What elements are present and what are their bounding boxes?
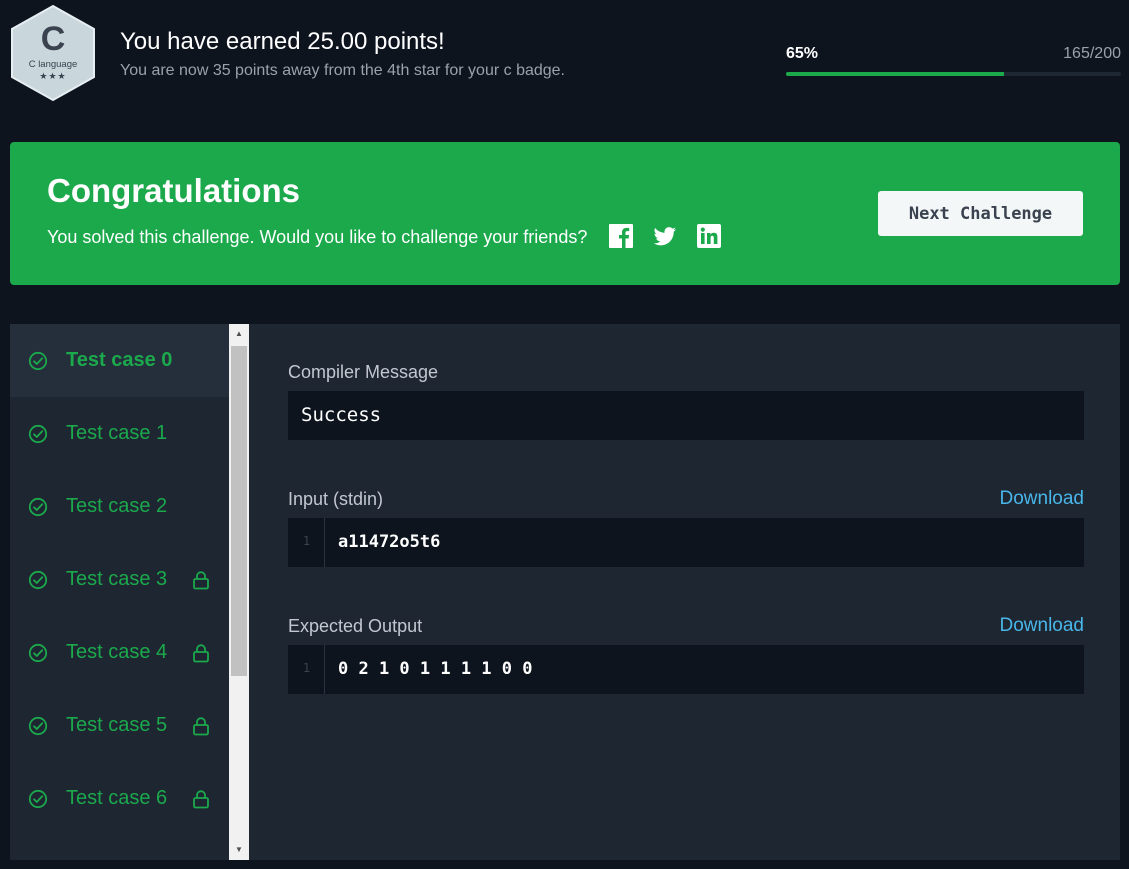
compiler-message: Success [301,404,382,426]
c-language-badge: C C language ★★★ [8,4,98,102]
expected-line-gutter: 1 [288,645,325,694]
input-line-number: 1 [302,534,311,548]
lock-icon [192,570,210,590]
next-challenge-button[interactable]: Next Challenge [878,191,1083,236]
challenge-result-page: C C language ★★★ You have earned 25.00 p… [0,0,1129,869]
lock-icon [192,643,210,663]
check-circle-icon [28,716,48,736]
test-case-label: Test case 3 [66,568,168,590]
sidebar-scrollbar[interactable]: ▲ ▼ [229,324,249,860]
expected-output-box: 1 0 2 1 0 1 1 1 1 0 0 [288,645,1084,694]
expected-line-number: 1 [302,661,311,675]
check-circle-icon [28,351,48,371]
test-case-item[interactable]: Test case 0 [10,324,229,397]
expected-output-value: 0 2 1 0 1 1 1 1 0 0 [338,659,533,679]
test-case-label: Test case 0 [66,349,173,371]
test-case-item[interactable]: Test case 2 [10,470,229,543]
points-earned-subtitle: You are now 35 points away from the 4th … [120,62,565,79]
scroll-down-arrow-icon[interactable]: ▼ [229,840,249,860]
badge-letter: C [40,20,66,58]
check-circle-icon [28,789,48,809]
expected-output-download-link[interactable]: Download [1000,615,1085,637]
banner-text: You solved this challenge. Would you lik… [47,227,588,247]
test-case-output-panel: Compiler Message Success Input (stdin) D… [249,324,1120,860]
test-case-label: Test case 6 [66,787,168,809]
progress-bar [786,72,1121,76]
scroll-up-arrow-icon[interactable]: ▲ [229,324,249,344]
compiler-message-box: Success [288,391,1084,440]
progress-count: 165/200 [1063,45,1121,62]
test-case-sidebar: Test case 0 Test case 1 Test case 2 Test ca… [10,324,229,860]
test-case-label: Test case 5 [66,714,168,736]
test-case-item[interactable]: Test case 6 [10,762,229,835]
test-case-label: Test case 2 [66,495,168,517]
expected-output-label: Expected Output [288,616,423,636]
facebook-icon[interactable] [608,223,634,249]
lock-icon [192,789,210,809]
test-case-label: Test case 1 [66,422,168,444]
input-label: Input (stdin) [288,489,384,509]
input-value: a11472o5t6 [338,532,441,552]
lock-icon [192,716,210,736]
scroll-thumb[interactable] [231,346,247,676]
test-case-item[interactable]: Test case 5 [10,689,229,762]
test-case-item[interactable]: Test case 4 [10,616,229,689]
progress-percent: 65% [786,45,819,62]
test-case-item[interactable]: Test case 3 [10,543,229,616]
congratulations-banner: Congratulations You solved this challeng… [10,142,1120,285]
linkedin-icon[interactable] [696,223,722,249]
twitter-icon[interactable] [652,223,678,249]
compiler-message-label: Compiler Message [288,362,439,382]
badge-stars: ★★★ [39,71,67,81]
input-box: 1 a11472o5t6 [288,518,1084,567]
check-circle-icon [28,497,48,517]
points-earned-title: You have earned 25.00 points! [120,28,445,55]
check-circle-icon [28,424,48,444]
check-circle-icon [28,570,48,590]
test-case-label: Test case 4 [66,641,168,663]
banner-title: Congratulations [47,172,300,209]
progress-bar-fill [786,72,1004,76]
check-circle-icon [28,643,48,663]
test-case-item[interactable]: Test case 1 [10,397,229,470]
input-line-gutter: 1 [288,518,325,567]
badge-name: C language [28,59,78,70]
input-download-link[interactable]: Download [1000,488,1085,510]
